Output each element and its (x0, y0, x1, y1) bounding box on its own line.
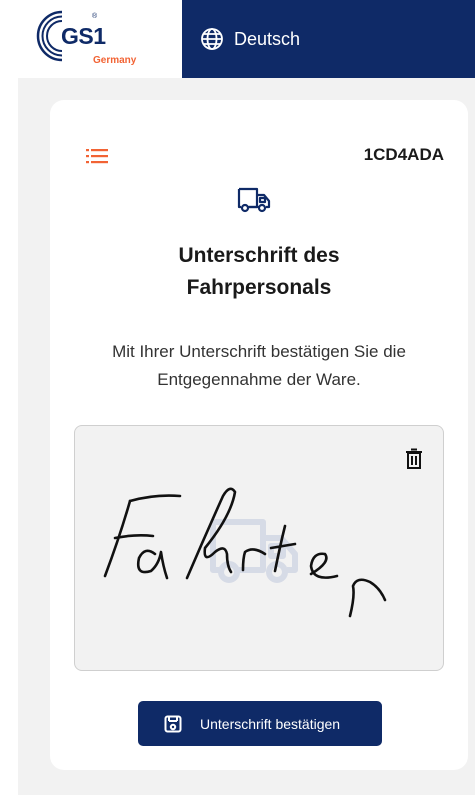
signature-drawing (103, 487, 387, 618)
signature-card: 1CD4ADA Unterschrift des Fahrpersonals M… (50, 100, 468, 770)
language-label: Deutsch (234, 28, 301, 49)
logo-brand: GS1 (61, 23, 106, 49)
description-text: Mit Ihrer Unterschrift bestätigen Sie di… (112, 342, 406, 389)
save-icon (164, 715, 182, 732)
trash-icon[interactable] (405, 448, 423, 470)
logo[interactable]: GS1 ® Germany (0, 0, 182, 78)
language-selector[interactable]: Deutsch (182, 0, 475, 78)
logo-registered-mark: ® (92, 13, 98, 20)
page-title: Unterschrift des Fahrpersonals (50, 240, 468, 304)
list-icon[interactable] (86, 148, 108, 164)
globe-icon (201, 28, 223, 50)
app-header: GS1 ® Germany Deutsch (0, 0, 475, 78)
confirm-signature-button[interactable]: Unterschrift bestätigen (138, 701, 382, 746)
signature-pad[interactable] (74, 425, 444, 671)
logo-subtitle: Germany (93, 55, 137, 66)
document-id: 1CD4ADA (363, 145, 444, 164)
page-description: Mit Ihrer Unterschrift bestätigen Sie di… (60, 338, 458, 394)
confirm-signature-label: Unterschrift bestätigen (200, 715, 341, 732)
title-text: Unterschrift des Fahrpersonals (178, 244, 340, 299)
truck-icon (237, 187, 271, 213)
main-area: 1CD4ADA Unterschrift des Fahrpersonals M… (18, 78, 475, 795)
